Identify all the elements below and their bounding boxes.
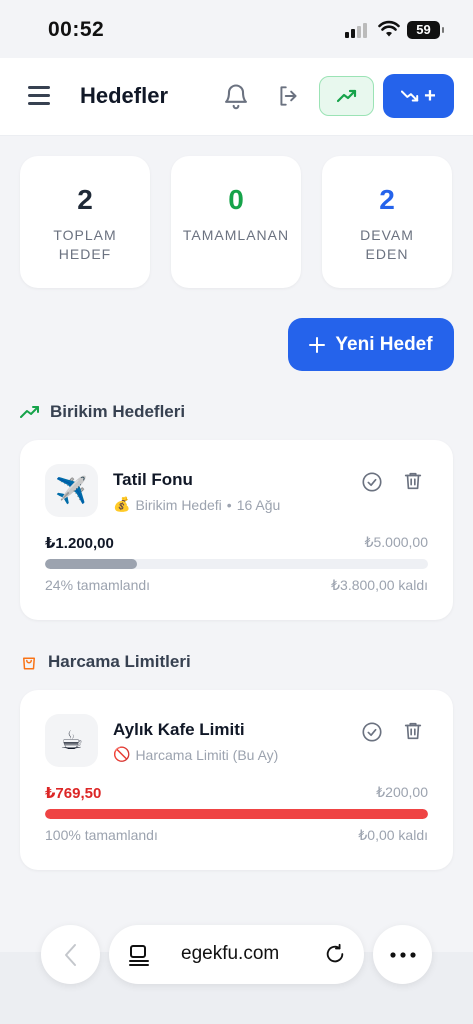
trash-icon[interactable] (402, 470, 424, 492)
stat-value: 2 (379, 184, 395, 215)
goal-subtitle: 🚫 Harcama Limiti (Bu Ay) (113, 746, 278, 763)
chevron-left-icon (64, 943, 76, 966)
stat-value: 2 (77, 184, 93, 215)
reload-icon[interactable] (324, 943, 346, 965)
goal-card-kafe-limiti[interactable]: ☕ Aylık Kafe Limiti 🚫 Harcama Limiti (Bu… (20, 690, 453, 870)
stat-label: TOPLAM HEDEF (53, 227, 117, 262)
target-amount: ₺200,00 (376, 784, 428, 800)
shopping-bag-icon (23, 657, 35, 670)
coffee-icon: ☕ (45, 714, 98, 767)
goal-date: 16 Ağu (236, 496, 281, 513)
cellular-signal-icon (345, 22, 371, 38)
stat-value: 0 (228, 184, 244, 215)
percent-complete: 24% tamamlandı (45, 577, 151, 593)
address-bar[interactable]: egekfu.com (109, 925, 364, 984)
url-text: egekfu.com (181, 943, 280, 964)
more-dots-icon (389, 951, 416, 958)
plus-icon (309, 336, 326, 353)
separator: • (226, 496, 232, 513)
status-bar: 00:52 59 (0, 0, 473, 58)
target-amount: ₺5.000,00 (364, 534, 428, 550)
goal-name: Aylık Kafe Limiti (113, 720, 245, 739)
status-time: 00:52 (48, 18, 105, 41)
progress-bar-fill (45, 559, 137, 569)
add-label: + (424, 84, 436, 107)
app-header: Hedefler + (0, 58, 473, 136)
goal-type: Birikim Hedefi (135, 496, 222, 513)
page-title: Hedefler (80, 83, 169, 108)
goal-subtitle: 💰 Birikim Hedefi • 16 Ağu (113, 496, 280, 513)
goal-card-tatil-fonu[interactable]: ✈️ Tatil Fonu 💰 Birikim Hedefi • 16 Ağu … (20, 440, 453, 620)
stat-completed: 0 TAMAMLANAN (171, 156, 301, 288)
complete-check-icon[interactable] (361, 721, 383, 743)
complete-check-icon[interactable] (361, 471, 383, 493)
remaining-amount: ₺0,00 kaldı (358, 827, 428, 843)
wifi-icon (378, 20, 400, 37)
airplane-icon: ✈️ (45, 464, 98, 517)
trend-down-icon (401, 90, 419, 102)
back-button[interactable] (41, 925, 100, 984)
stat-total-goals: 2 TOPLAM HEDEF (20, 156, 150, 288)
bell-icon[interactable] (222, 82, 250, 110)
menu-icon[interactable] (28, 86, 52, 106)
new-goal-button[interactable]: Yeni Hedef (288, 318, 454, 371)
goal-name: Tatil Fonu (113, 470, 193, 489)
section-label: Birikim Hedefleri (50, 402, 186, 421)
current-amount: ₺769,50 (45, 785, 102, 802)
prohibited-icon: 🚫 (113, 746, 131, 762)
add-expense-button[interactable]: + (383, 74, 454, 118)
stat-label: DEVAM EDEN (360, 227, 414, 262)
goal-type: Harcama Limiti (Bu Ay) (135, 746, 279, 763)
progress-bar (45, 809, 428, 819)
battery-icon: 59 (407, 21, 444, 39)
percent-complete: 100% tamamlandı (45, 827, 158, 843)
logout-icon[interactable] (276, 83, 302, 109)
remaining-amount: ₺3.800,00 kaldı (331, 577, 428, 593)
savings-section-title: Birikim Hedefleri (20, 402, 185, 422)
trend-up-icon (20, 406, 39, 418)
current-amount: ₺1.200,00 (45, 535, 114, 552)
new-goal-label: Yeni Hedef (335, 333, 433, 355)
section-label: Harcama Limitleri (48, 652, 191, 671)
stat-in-progress: 2 DEVAM EDEN (322, 156, 452, 288)
progress-bar-fill (45, 809, 428, 819)
trend-up-button[interactable] (319, 76, 374, 116)
trend-up-icon (336, 89, 356, 103)
money-bag-icon: 💰 (113, 496, 131, 512)
trash-icon[interactable] (402, 720, 424, 742)
spending-section-title: Harcama Limitleri (20, 652, 191, 672)
stat-label: TAMAMLANAN (182, 227, 290, 243)
more-button[interactable] (373, 925, 432, 984)
reader-icon[interactable] (129, 944, 149, 966)
progress-bar (45, 559, 428, 569)
